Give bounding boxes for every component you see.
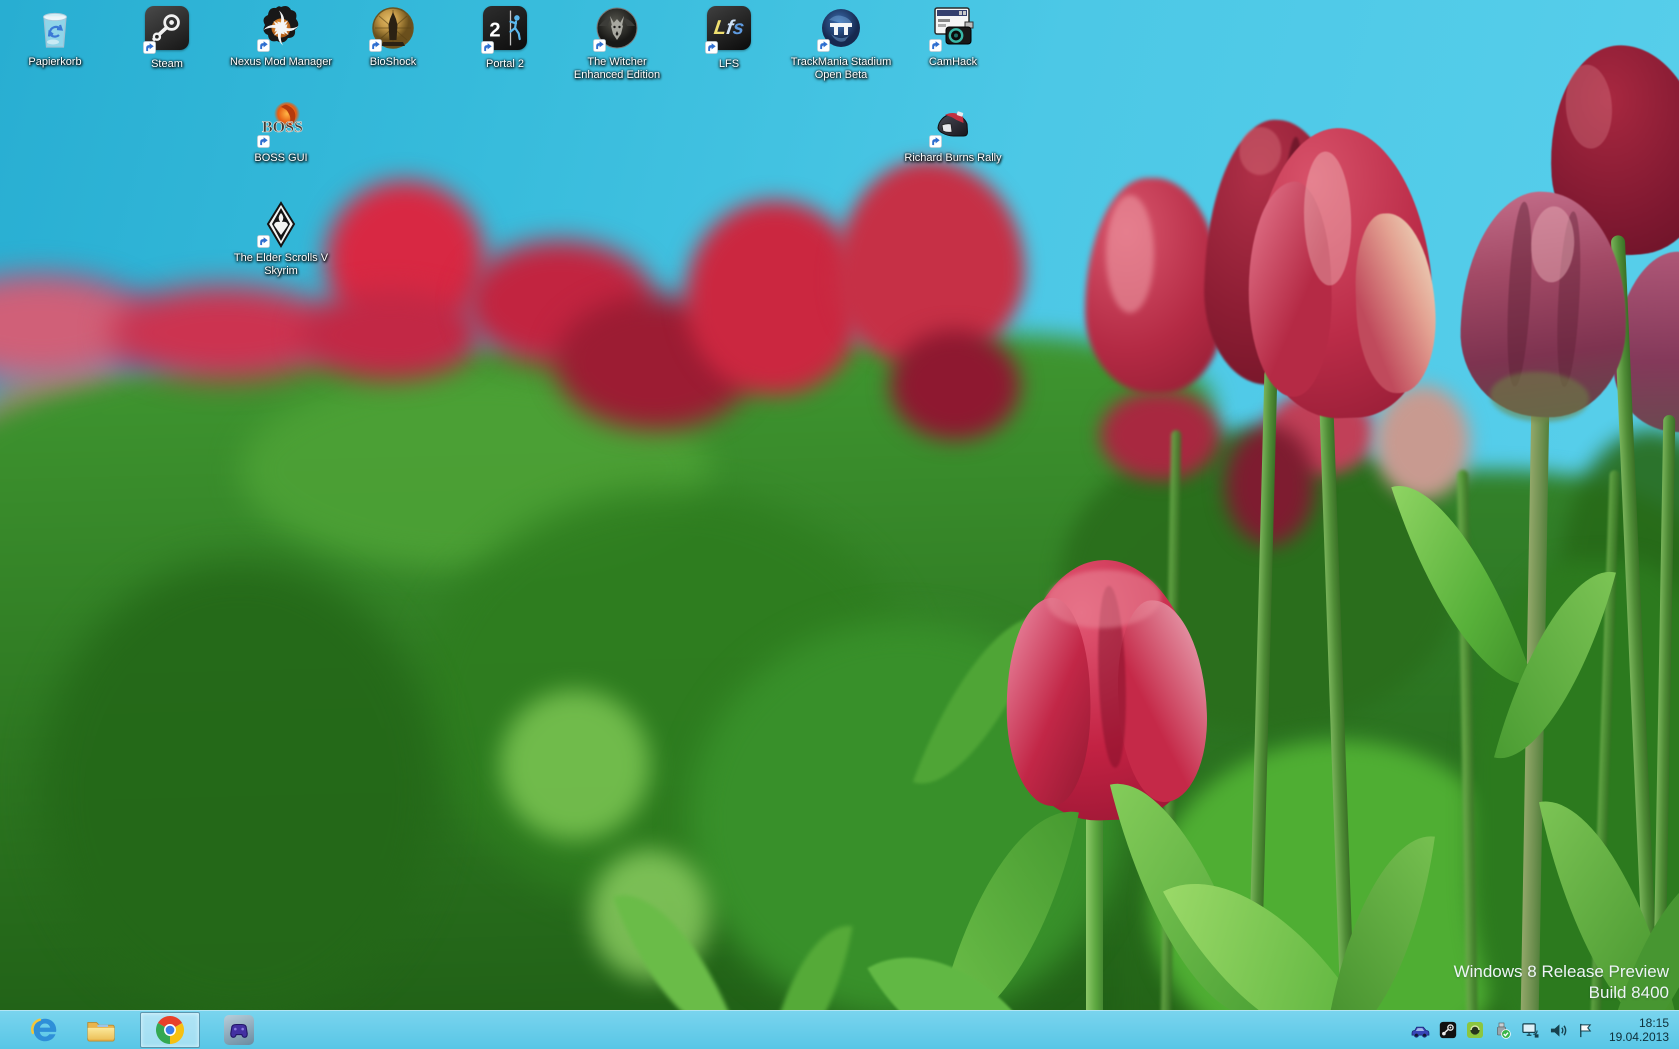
desktop-icon-label: The Elder Scrolls V Skyrim <box>233 252 329 277</box>
rally-helmet-icon <box>929 100 977 148</box>
tulip <box>1245 124 1438 422</box>
desktop-icon-nexus-mod-manager[interactable]: Nexus Mod Manager <box>229 4 333 69</box>
desktop-icon-bioshock[interactable]: BioShock <box>341 4 445 69</box>
game-controller-icon <box>224 1015 254 1045</box>
shortcut-arrow-icon <box>705 41 718 54</box>
desktop-icon-steam[interactable]: Steam <box>115 4 219 71</box>
clock-date: 19.04.2013 <box>1608 1030 1669 1044</box>
lfs-icon: Lfs <box>705 6 753 54</box>
desktop-icon-richard-burns-rally[interactable]: Richard Burns Rally <box>901 100 1005 165</box>
desktop-icon-papierkorb[interactable]: Papierkorb <box>3 4 107 69</box>
desktop-icon-portal-2[interactable]: 2 Portal 2 <box>453 4 557 71</box>
action-center-flag-icon[interactable] <box>1577 1022 1594 1039</box>
tulip <box>1003 556 1210 824</box>
desktop-icon-label: BioShock <box>369 56 417 68</box>
wallpaper-shape <box>40 560 440 1020</box>
desktop-icon-label: Nexus Mod Manager <box>229 56 333 68</box>
desktop-icon-label: TrackMania Stadium Open Beta <box>790 56 892 81</box>
internet-explorer-icon <box>31 1018 57 1042</box>
system-tray: 18:15 19.04.2013 <box>1410 1016 1679 1044</box>
watermark-line1: Windows 8 Release Preview <box>1453 962 1669 981</box>
shortcut-arrow-icon <box>257 39 270 52</box>
chrome-icon <box>156 1016 184 1044</box>
shortcut-arrow-icon <box>929 39 942 52</box>
recycle-bin-icon <box>31 4 79 52</box>
nexus-mod-manager-icon <box>257 4 305 52</box>
desktop: Papierkorb Steam Nexus Mod Manager BioSh… <box>0 0 1679 1049</box>
watermark-line2: Build 8400 <box>1588 983 1669 1002</box>
network-tray-icon[interactable] <box>1520 1022 1540 1039</box>
desktop-icon-label: Papierkorb <box>28 56 82 68</box>
desktop-icon-lfs[interactable]: Lfs LFS <box>677 4 781 71</box>
trackmania-icon <box>817 4 865 52</box>
car-tray-icon[interactable] <box>1410 1022 1430 1038</box>
shortcut-arrow-icon <box>257 235 270 248</box>
desktop-icon-skyrim[interactable]: The Elder Scrolls V Skyrim <box>229 200 333 278</box>
taskbar-button-file-explorer[interactable] <box>84 1013 118 1047</box>
usb-safely-remove-icon[interactable] <box>1493 1021 1511 1039</box>
shortcut-arrow-icon <box>257 135 270 148</box>
skyrim-logo-icon <box>257 200 305 248</box>
shortcut-arrow-icon <box>929 135 942 148</box>
desktop-icon-boss-gui[interactable]: BOSS BOSS GUI <box>229 100 333 165</box>
desktop-icon-label: Steam <box>151 58 183 70</box>
tulip-stem <box>1086 790 1103 1030</box>
shortcut-arrow-icon <box>481 41 494 54</box>
wallpaper-shape <box>1100 390 1220 480</box>
taskbar-button-chrome[interactable] <box>140 1012 200 1048</box>
shortcut-arrow-icon <box>143 41 156 54</box>
taskbar: 18:15 19.04.2013 <box>0 1010 1679 1049</box>
boss-gui-icon: BOSS <box>257 100 305 148</box>
desktop-icon-label: Portal 2 <box>486 58 524 70</box>
windows-build-watermark: Windows 8 Release Preview Build 8400 <box>1454 961 1669 1003</box>
desktop-icon-trackmania[interactable]: TrackMania Stadium Open Beta <box>789 4 893 82</box>
wallpaper-shape <box>300 290 480 380</box>
wallpaper-shape <box>500 690 650 840</box>
taskbar-button-game[interactable] <box>222 1013 256 1047</box>
svg-text:2: 2 <box>489 19 500 41</box>
tulip <box>1456 187 1633 424</box>
desktop-icon-label: LFS <box>718 58 740 70</box>
witcher-medallion-icon <box>593 4 641 52</box>
svg-text:BOSS: BOSS <box>262 119 303 136</box>
taskbar-button-internet-explorer[interactable] <box>28 1013 62 1047</box>
steam-icon <box>143 6 191 54</box>
volume-tray-icon[interactable] <box>1549 1022 1568 1039</box>
shortcut-arrow-icon <box>817 39 830 52</box>
desktop-icon-label: Richard Burns Rally <box>904 152 1002 164</box>
desktop-icon-label: CamHack <box>928 56 978 68</box>
wallpaper-shape <box>890 330 1020 440</box>
desktop-icon-camhack[interactable]: CamHack <box>901 4 1005 69</box>
tulip-petal <box>1105 195 1154 314</box>
file-explorer-icon <box>87 1021 115 1042</box>
desktop-icon-label: The Witcher Enhanced Edition <box>573 56 661 81</box>
shortcut-arrow-icon <box>593 39 606 52</box>
desktop-icon-witcher[interactable]: The Witcher Enhanced Edition <box>565 4 669 82</box>
taskbar-clock[interactable]: 18:15 19.04.2013 <box>1609 1016 1669 1044</box>
clock-time: 18:15 <box>1638 1016 1669 1030</box>
steam-tray-icon[interactable] <box>1439 1021 1457 1039</box>
portal-2-icon: 2 <box>481 6 529 54</box>
bioshock-icon <box>369 4 417 52</box>
shortcut-arrow-icon <box>369 39 382 52</box>
nvidia-tray-icon[interactable] <box>1466 1021 1484 1039</box>
camhack-icon <box>929 4 977 52</box>
desktop-icon-label: BOSS GUI <box>254 152 308 164</box>
